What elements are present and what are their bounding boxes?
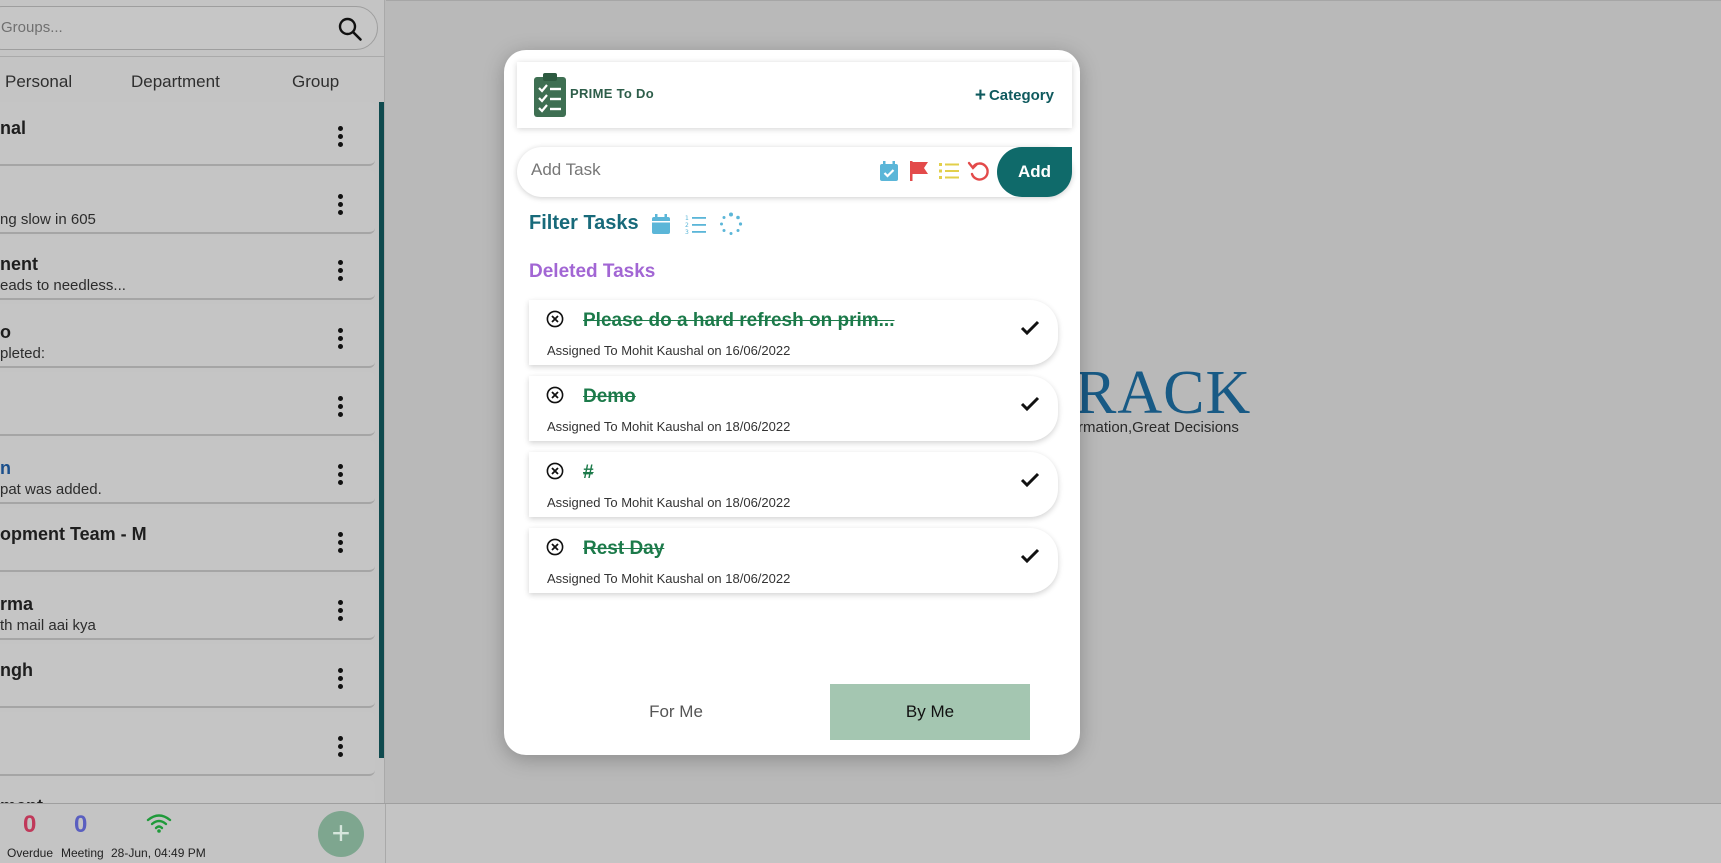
flag-icon[interactable] xyxy=(907,159,931,183)
list-item[interactable] xyxy=(0,712,375,776)
overdue-label: Overdue xyxy=(7,846,54,860)
loading-spinner-icon[interactable] xyxy=(719,212,743,236)
list-item[interactable]: opment Team - M xyxy=(0,508,375,572)
task-title: Demo xyxy=(583,386,636,407)
remove-circle-icon[interactable] xyxy=(546,310,564,328)
status-divider xyxy=(385,804,386,863)
undo-icon[interactable] xyxy=(967,159,991,183)
list-item-title: ngh xyxy=(0,660,33,680)
top-divider xyxy=(386,0,1721,1)
list-icon[interactable] xyxy=(937,159,961,183)
task-title: # xyxy=(583,462,594,483)
sidebar-tabs: Personal Department Group xyxy=(0,56,384,102)
more-options-icon[interactable] xyxy=(338,532,344,554)
more-options-icon[interactable] xyxy=(338,464,344,486)
list-item-subtitle: th mail aai kya xyxy=(0,617,96,634)
tab-by-me[interactable]: By Me xyxy=(830,684,1030,740)
list-item[interactable]: ngh xyxy=(0,644,375,708)
sidebar: Groups... Personal Department Group nal … xyxy=(0,0,385,803)
list-item-title: opment Team - M xyxy=(0,524,147,544)
svg-text:2: 2 xyxy=(685,222,689,229)
meeting-count[interactable]: 0 xyxy=(74,811,87,839)
task-card[interactable]: # Assigned To Mohit Kaushal on 18/06/202… xyxy=(529,452,1058,517)
clipboard-logo-icon xyxy=(534,73,566,117)
add-fab-button[interactable]: + xyxy=(318,811,364,857)
list-item[interactable] xyxy=(0,372,375,436)
check-icon[interactable] xyxy=(1020,396,1040,412)
list-item-subtitle: ng slow in 605 xyxy=(0,211,96,228)
search-placeholder: Groups... xyxy=(1,19,63,36)
svg-text:1: 1 xyxy=(685,215,689,222)
list-item[interactable]: ng slow in 605 xyxy=(0,170,375,234)
task-meta: Assigned To Mohit Kaushal on 16/06/2022 xyxy=(547,343,791,358)
tab-department[interactable]: Department xyxy=(131,72,220,92)
scrollbar[interactable] xyxy=(379,102,384,758)
add-category-label: Category xyxy=(988,87,1054,104)
status-bar: 0 Overdue 0 Meeting 28-Jun, 04:49 PM + xyxy=(0,803,1721,863)
search-icon[interactable] xyxy=(337,16,363,42)
tab-for-me[interactable]: For Me xyxy=(526,684,826,740)
check-icon[interactable] xyxy=(1020,548,1040,564)
add-task-bar: Add xyxy=(517,147,1072,197)
section-heading: Deleted Tasks xyxy=(529,261,656,282)
task-card[interactable]: Rest Day Assigned To Mohit Kaushal on 18… xyxy=(529,528,1058,593)
task-meta: Assigned To Mohit Kaushal on 18/06/2022 xyxy=(547,495,791,510)
task-card[interactable]: Please do a hard refresh on prim... Assi… xyxy=(529,300,1058,365)
list-item[interactable]: o pleted: xyxy=(0,304,375,368)
calendar-icon[interactable] xyxy=(649,212,673,236)
more-options-icon[interactable] xyxy=(338,600,344,622)
list-item-title: n xyxy=(0,458,11,478)
tab-personal[interactable]: Personal xyxy=(5,72,72,92)
task-meta: Assigned To Mohit Kaushal on 18/06/2022 xyxy=(547,571,791,586)
overdue-count[interactable]: 0 xyxy=(23,811,36,839)
svg-text:3: 3 xyxy=(685,229,689,236)
list-item-title: ment xyxy=(0,796,43,803)
check-icon[interactable] xyxy=(1020,320,1040,336)
background-logo-tagline: rmation,Great Decisions xyxy=(1078,419,1239,436)
filter-tasks-label: Filter Tasks xyxy=(529,212,639,234)
list-item-subtitle: eads to needless... xyxy=(0,277,126,294)
modal-header: PRIME To Do + Category xyxy=(517,62,1072,128)
remove-circle-icon[interactable] xyxy=(546,462,564,480)
task-meta: Assigned To Mohit Kaushal on 18/06/2022 xyxy=(547,419,791,434)
wifi-icon xyxy=(146,814,172,833)
more-options-icon[interactable] xyxy=(338,328,344,350)
remove-circle-icon[interactable] xyxy=(546,538,564,556)
app-title: PRIME To Do xyxy=(570,86,654,101)
list-item-title: rma xyxy=(0,594,34,614)
check-icon[interactable] xyxy=(1020,472,1040,488)
more-options-icon[interactable] xyxy=(338,194,344,216)
task-title: Rest Day xyxy=(583,538,665,559)
list-item[interactable]: n pat was added. xyxy=(0,440,375,504)
task-title: Please do a hard refresh on prim... xyxy=(583,310,895,331)
calendar-check-icon[interactable] xyxy=(877,159,901,183)
task-card[interactable]: Demo Assigned To Mohit Kaushal on 18/06/… xyxy=(529,376,1058,441)
list-item[interactable]: ment xyxy=(0,780,375,803)
add-category-button[interactable]: + Category xyxy=(975,84,1054,106)
todo-modal: PRIME To Do +Category Add Filter Tasks xyxy=(504,50,1080,755)
list-item-title: o xyxy=(0,322,11,342)
list-item-subtitle: pat was added. xyxy=(0,481,102,498)
ordered-list-icon[interactable]: 1 2 3 xyxy=(684,212,708,236)
group-search-field[interactable]: Groups... xyxy=(0,6,378,50)
list-item[interactable]: rma th mail aai kya xyxy=(0,576,375,640)
list-item[interactable]: nent eads to needless... xyxy=(0,236,375,300)
list-item-subtitle: pleted: xyxy=(0,345,46,362)
plus-icon: + xyxy=(974,85,986,106)
add-task-button[interactable]: Add xyxy=(997,147,1072,197)
list-item-title: nent xyxy=(0,254,38,274)
more-options-icon[interactable] xyxy=(338,736,344,758)
list-item[interactable]: nal xyxy=(0,102,375,166)
remove-circle-icon[interactable] xyxy=(546,386,564,404)
more-options-icon[interactable] xyxy=(338,396,344,418)
add-task-input[interactable] xyxy=(531,160,861,180)
meeting-label: Meeting xyxy=(61,846,104,860)
tab-group[interactable]: Group xyxy=(292,72,339,92)
more-options-icon[interactable] xyxy=(338,126,344,148)
more-options-icon[interactable] xyxy=(338,668,344,690)
list-item-title: nal xyxy=(0,118,27,138)
datetime-label: 28-Jun, 04:49 PM xyxy=(111,846,206,860)
more-options-icon[interactable] xyxy=(338,260,344,282)
